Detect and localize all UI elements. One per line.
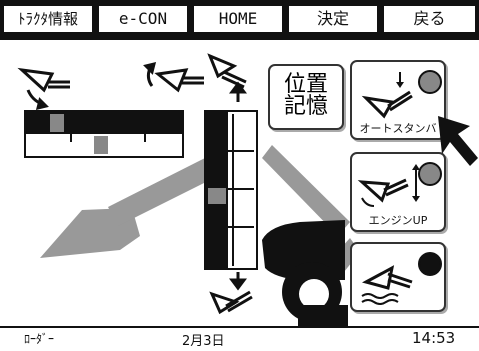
bucket-crowd-icon xyxy=(143,61,204,93)
tab-e-con[interactable]: e-CON xyxy=(99,6,187,32)
bucket-angle-gauge xyxy=(24,110,184,158)
top-tab-bar: ﾄﾗｸﾀ情報 e-CON HOME 決定 戻る xyxy=(0,0,479,38)
auto-standby-led xyxy=(418,70,442,94)
boom-height-marker xyxy=(208,188,226,204)
tab-confirm[interactable]: 決定 xyxy=(289,6,377,32)
tractor-wheel-icon xyxy=(262,220,348,328)
tab-tractor-info[interactable]: ﾄﾗｸﾀ情報 xyxy=(4,6,92,32)
position-memory-button[interactable]: 位置 記憶 xyxy=(268,64,344,130)
engine-up-label: エンジンUP xyxy=(368,214,428,227)
boom-height-gauge xyxy=(204,110,258,270)
boom-up-icon xyxy=(207,53,247,102)
mode-label: ﾛｰﾀﾞｰ xyxy=(24,332,55,346)
date-label: 2月3日 xyxy=(182,334,225,349)
main-panel: 位置 記憶 オートスタンバ エンジンUP xyxy=(0,38,479,328)
time-label: 14:53 xyxy=(412,329,456,347)
bucket-angle-target-marker xyxy=(94,136,108,154)
bucket-angle-marker xyxy=(50,114,64,132)
status-footer: ﾛｰﾀﾞｰ 2月3日 14:53 xyxy=(0,326,479,351)
boom-down-icon xyxy=(209,272,253,315)
float-button[interactable] xyxy=(350,242,446,312)
position-memory-label: 位置 記憶 xyxy=(283,72,328,119)
float-led xyxy=(418,252,442,276)
tab-home[interactable]: HOME xyxy=(194,6,282,32)
tab-back[interactable]: 戻る xyxy=(384,6,475,32)
hand-pointer-icon xyxy=(438,116,478,166)
auto-standby-label: オートスタンバ xyxy=(359,122,437,135)
bucket-dump-icon xyxy=(17,67,70,111)
